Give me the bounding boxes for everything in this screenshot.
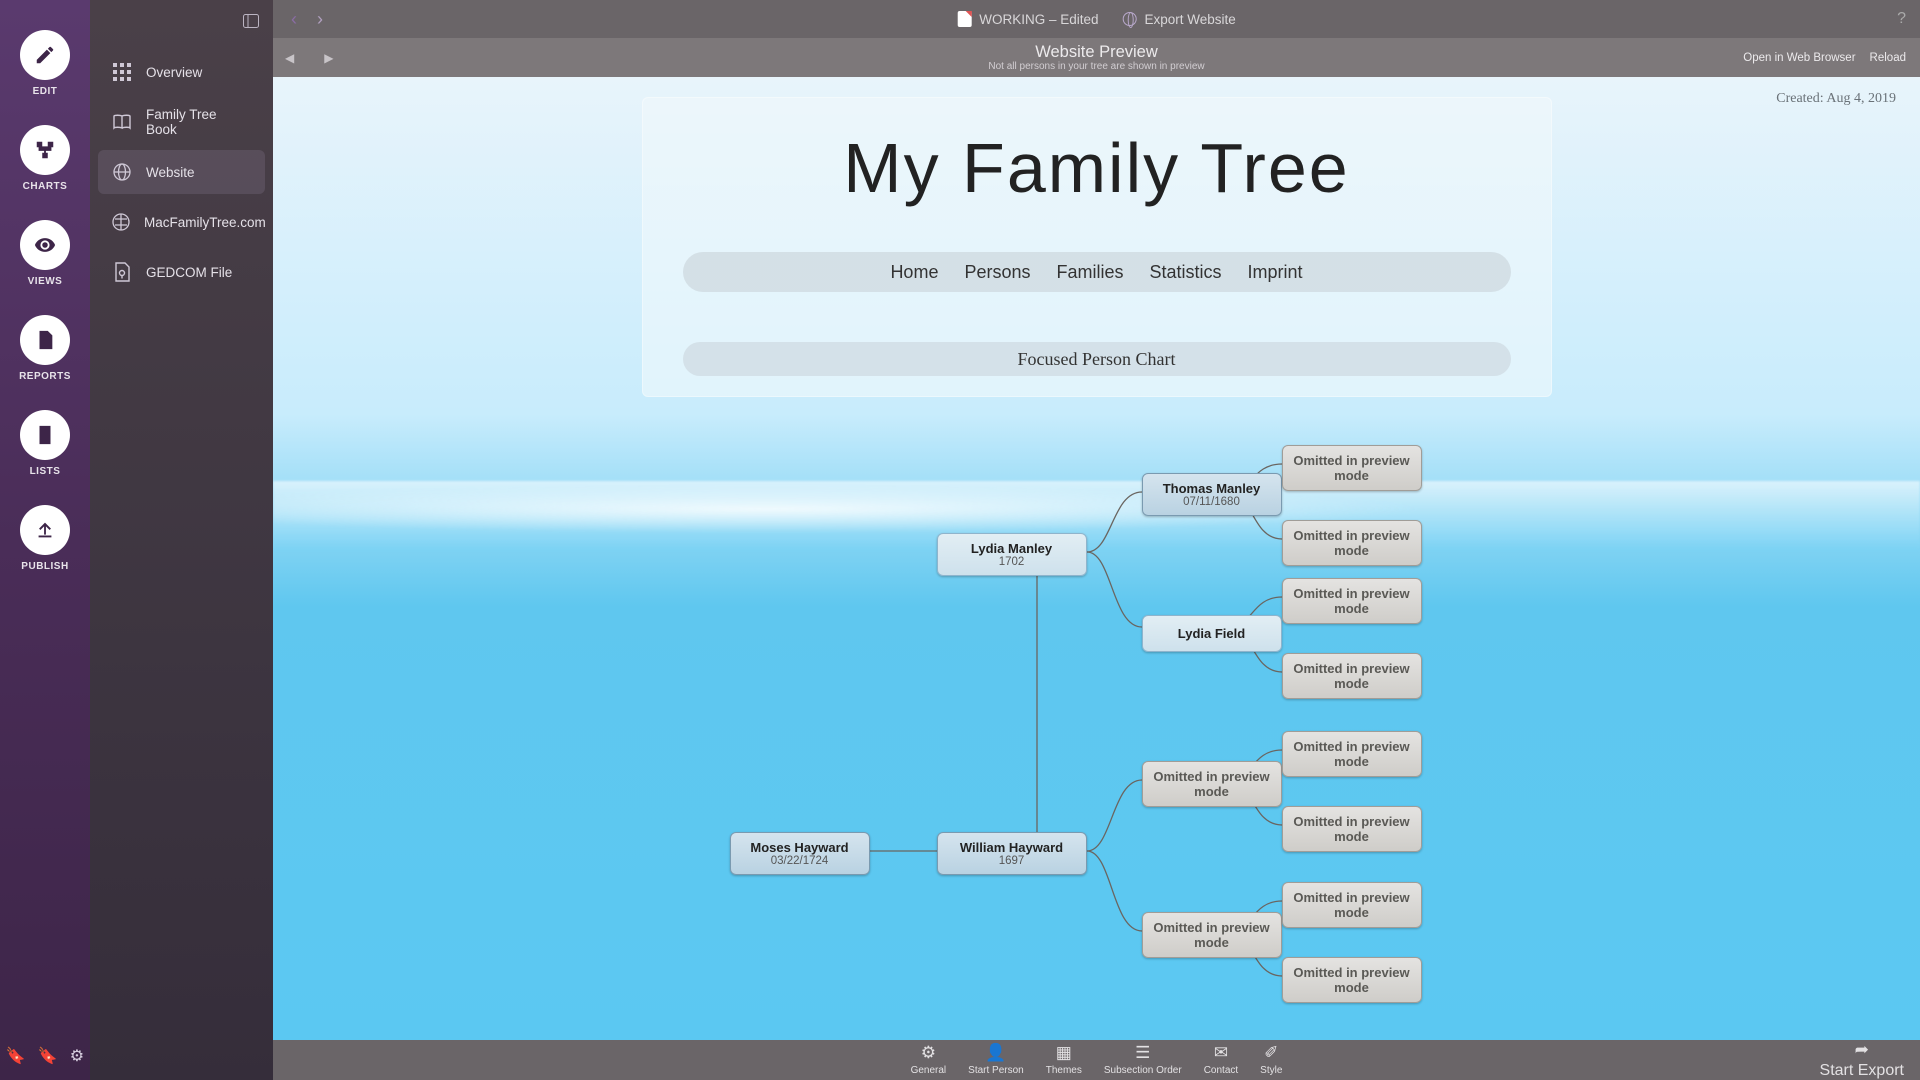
order-icon: ☰	[1135, 1044, 1150, 1062]
person-icon: 👤	[985, 1044, 1006, 1062]
node-lydia-field[interactable]: Lydia Field	[1142, 615, 1282, 652]
grid-icon	[112, 62, 132, 82]
node-omitted[interactable]: Omitted in preview mode	[1282, 520, 1422, 566]
list-icon	[34, 424, 56, 446]
section-chart-title: Focused Person Chart	[683, 342, 1511, 376]
nav-families[interactable]: Families	[1057, 262, 1124, 283]
settings-icon[interactable]: ⚙	[70, 1046, 84, 1066]
sidebar: Overview Family Tree Book Website MacFam…	[90, 0, 273, 1080]
node-omitted[interactable]: Omitted in preview mode	[1282, 731, 1422, 777]
sidebar-item-website[interactable]: Website	[98, 150, 265, 194]
help-icon[interactable]: ?	[1897, 10, 1906, 28]
preview-back-icon[interactable]: ◀	[285, 51, 294, 65]
node-omitted[interactable]: Omitted in preview mode	[1282, 806, 1422, 852]
tree-icon	[34, 139, 56, 161]
rail-charts[interactable]: CHARTS	[20, 125, 70, 192]
upload-icon	[34, 519, 56, 541]
icon-rail: EDIT CHARTS VIEWS REPORTS LISTS PUBLISH …	[0, 0, 90, 1080]
preview-bar: ◀ ▶ Website Preview Not all persons in y…	[273, 38, 1920, 77]
rail-views[interactable]: VIEWS	[20, 220, 70, 287]
sidebar-label: Website	[146, 165, 195, 180]
focused-person-chart: Moses Hayward 03/22/1724 Lydia Manley 17…	[642, 417, 1552, 1040]
rail-publish[interactable]: PUBLISH	[20, 505, 70, 572]
website-preview: Created: Aug 4, 2019 My Family Tree Home…	[273, 77, 1920, 1040]
export-website-button[interactable]: Export Website	[1123, 12, 1236, 27]
sidebar-label: Family Tree Book	[146, 107, 251, 137]
preview-title: Website Preview	[988, 43, 1204, 61]
sidebar-item-book[interactable]: Family Tree Book	[98, 100, 265, 144]
share-icon: ➦	[1855, 1041, 1869, 1059]
pencil-icon	[34, 44, 56, 66]
rail-bottom-icons: 🔖 🔖 ⚙	[0, 1046, 90, 1066]
bottom-style[interactable]: ✐ Style	[1260, 1044, 1282, 1076]
preview-note: Not all persons in your tree are shown i…	[988, 61, 1204, 72]
reload-link[interactable]: Reload	[1870, 52, 1906, 64]
style-icon: ✐	[1264, 1044, 1278, 1062]
mail-icon: ✉	[1214, 1044, 1228, 1062]
node-omitted[interactable]: Omitted in preview mode	[1282, 957, 1422, 1003]
sidebar-label: GEDCOM File	[146, 265, 232, 280]
node-omitted[interactable]: Omitted in preview mode	[1282, 578, 1422, 624]
site-nav: Home Persons Families Statistics Imprint	[683, 252, 1511, 292]
start-export-button[interactable]: ➦ Start Export	[1820, 1041, 1904, 1080]
topbar: ‹ › WORKING – Edited Export Website ?	[273, 0, 1920, 38]
created-label: Created: Aug 4, 2019	[1776, 91, 1896, 107]
node-omitted-gp2[interactable]: Omitted in preview mode	[1142, 912, 1282, 958]
nav-back-icon[interactable]: ‹	[281, 9, 307, 30]
node-william[interactable]: William Hayward 1697	[937, 832, 1087, 875]
gear-icon: ⚙	[921, 1044, 936, 1062]
bottom-contact[interactable]: ✉ Contact	[1204, 1044, 1238, 1076]
preview-forward-icon[interactable]: ▶	[324, 51, 333, 65]
node-lydia-manley[interactable]: Lydia Manley 1702	[937, 533, 1087, 576]
sidebar-label: MacFamilyTree.com	[144, 215, 266, 230]
globe-icon	[112, 162, 132, 182]
node-thomas[interactable]: Thomas Manley 07/11/1680	[1142, 473, 1282, 516]
bottom-toolbar: ⚙ General 👤 Start Person ▦ Themes ☰ Subs…	[273, 1040, 1920, 1080]
bottom-general[interactable]: ⚙ General	[911, 1044, 947, 1076]
bottom-themes[interactable]: ▦ Themes	[1046, 1044, 1082, 1076]
rail-reports[interactable]: REPORTS	[19, 315, 71, 382]
redfile-icon	[957, 11, 971, 27]
connector-lines	[642, 417, 1552, 1040]
eye-icon	[34, 234, 56, 256]
document-icon	[34, 329, 56, 351]
sidebar-item-gedcom[interactable]: GEDCOM File	[98, 250, 265, 294]
book-icon	[112, 112, 132, 132]
site-card: My Family Tree Home Persons Families Sta…	[642, 97, 1552, 397]
open-browser-link[interactable]: Open in Web Browser	[1743, 52, 1855, 64]
site-title: My Family Tree	[683, 128, 1511, 208]
bookmark-icon[interactable]: 🔖	[38, 1046, 58, 1066]
sidebar-item-mft[interactable]: MacFamilyTree.com	[98, 200, 265, 244]
nav-imprint[interactable]: Imprint	[1248, 262, 1303, 283]
node-moses[interactable]: Moses Hayward 03/22/1724	[730, 832, 870, 875]
bottom-start-person[interactable]: 👤 Start Person	[968, 1044, 1024, 1076]
nav-forward-icon[interactable]: ›	[307, 9, 333, 30]
rail-lists[interactable]: LISTS	[20, 410, 70, 477]
tag-icon[interactable]: 🔖	[6, 1046, 26, 1066]
nav-statistics[interactable]: Statistics	[1150, 262, 1222, 283]
bottom-subsection-order[interactable]: ☰ Subsection Order	[1104, 1044, 1182, 1076]
nav-persons[interactable]: Persons	[964, 262, 1030, 283]
node-omitted-gp1[interactable]: Omitted in preview mode	[1142, 761, 1282, 807]
document-title[interactable]: WORKING – Edited	[957, 11, 1098, 27]
node-omitted[interactable]: Omitted in preview mode	[1282, 882, 1422, 928]
node-omitted[interactable]: Omitted in preview mode	[1282, 653, 1422, 699]
rail-edit[interactable]: EDIT	[20, 30, 70, 97]
sidebar-toggle-icon[interactable]	[243, 14, 259, 33]
nav-home[interactable]: Home	[890, 262, 938, 283]
themes-icon: ▦	[1056, 1044, 1072, 1062]
globe-small-icon	[1123, 12, 1137, 26]
node-omitted[interactable]: Omitted in preview mode	[1282, 445, 1422, 491]
file-icon	[112, 262, 132, 282]
sidebar-label: Overview	[146, 65, 202, 80]
globe-alt-icon	[112, 212, 130, 232]
sidebar-item-overview[interactable]: Overview	[98, 50, 265, 94]
